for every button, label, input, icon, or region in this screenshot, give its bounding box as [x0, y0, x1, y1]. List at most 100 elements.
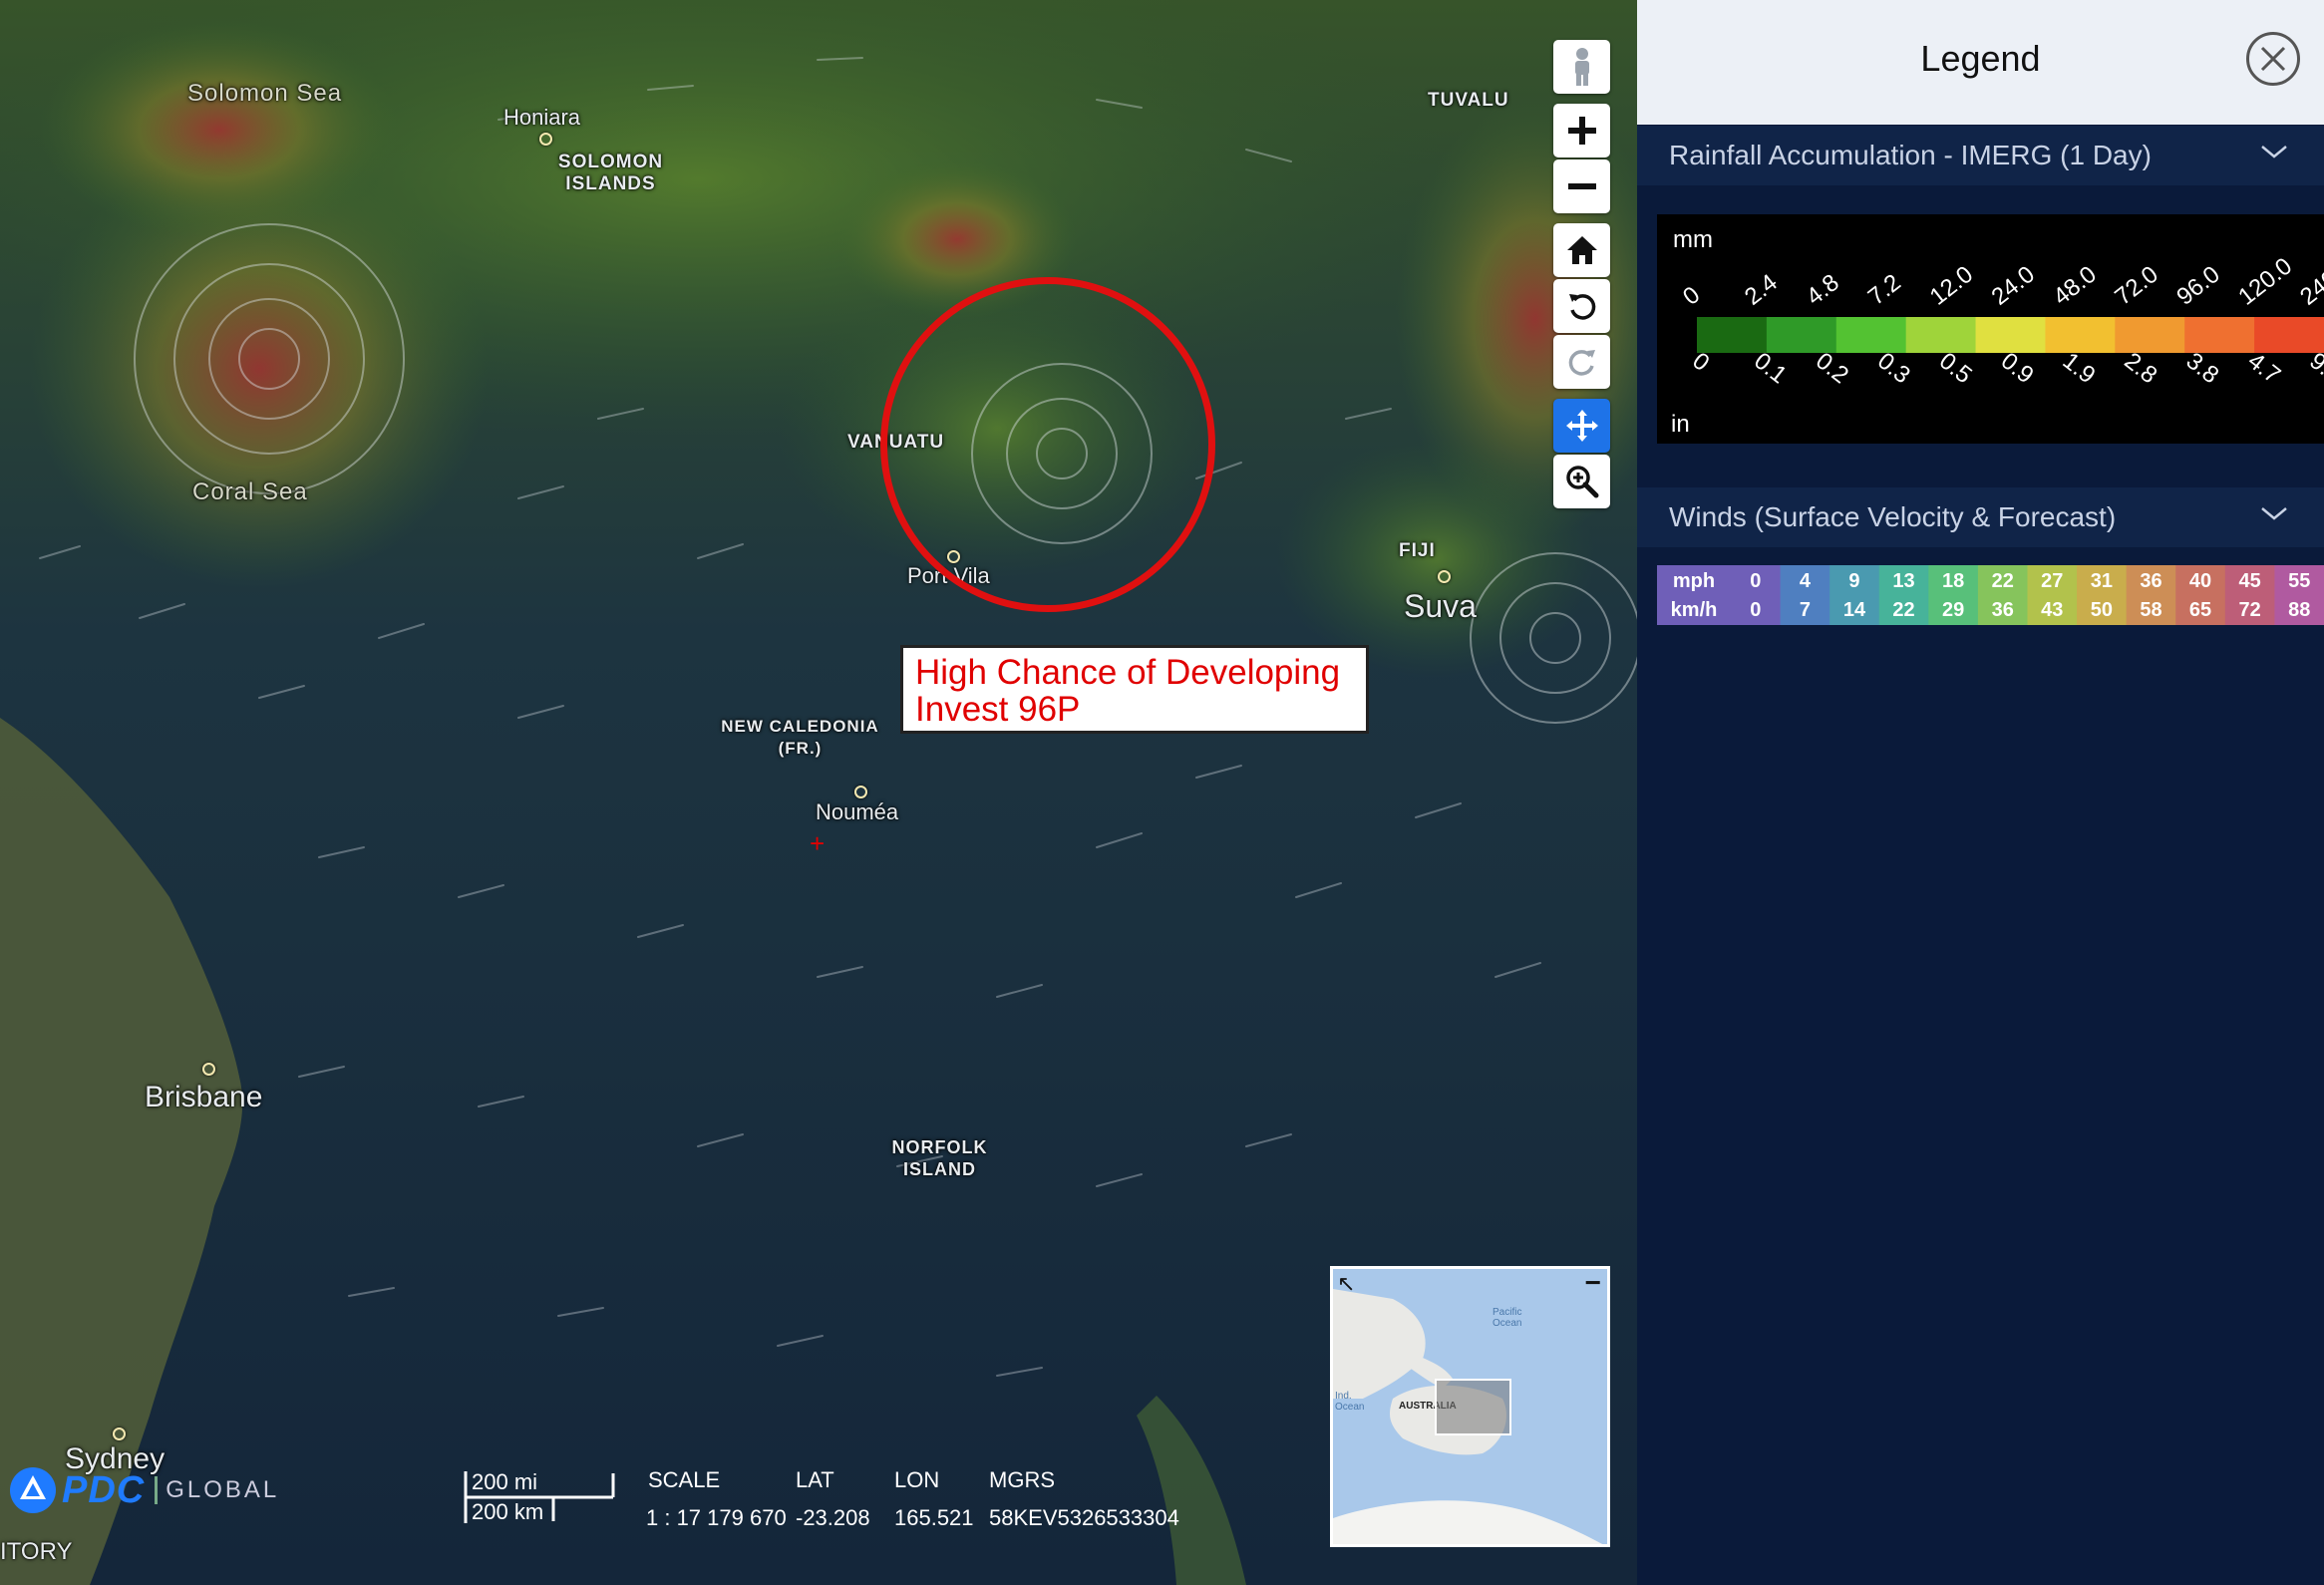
scale-value: 1 : 17 179 670 [646, 1505, 787, 1530]
zoom-in-button[interactable] [1553, 104, 1610, 158]
rainfall-color-swatch [2254, 317, 2324, 353]
rainfall-in-tick: 0.5 [1934, 347, 1977, 389]
zoom-box-button[interactable] [1553, 455, 1610, 508]
winds-mph-value: 4 [1800, 570, 1812, 592]
rainfall-in-tick: 9.4 [2304, 347, 2324, 389]
pdc-logo-text: PDC [62, 1468, 146, 1511]
winds-mph-label: mph [1673, 570, 1715, 592]
overview-map[interactable]: Pacific Ocean Ind. Ocean AUSTRALIA ↖ − [1330, 1266, 1610, 1547]
zoom-box-icon [1565, 466, 1598, 498]
close-icon [2260, 46, 2286, 72]
chevron-down-icon [2261, 146, 2287, 158]
winds-kmh-value: 43 [2041, 599, 2063, 621]
city-dot-sydney [113, 1427, 126, 1440]
rotate-left-button[interactable] [1553, 279, 1610, 333]
winds-kmh-value: 0 [1750, 599, 1761, 621]
winds-mph-value: 36 [2140, 570, 2161, 592]
rainfall-unit-in: in [1671, 411, 1690, 438]
pan-icon [1565, 410, 1598, 442]
legend-close-button[interactable] [2246, 32, 2300, 86]
lat-label: LAT [796, 1467, 834, 1492]
winds-kmh-value: 72 [2239, 599, 2261, 621]
label-coral-sea: Coral Sea [192, 478, 308, 505]
rainfall-mm-tick: 240.0 [2295, 252, 2324, 310]
winds-kmh-value: 88 [2288, 599, 2310, 621]
rotate-right-icon [1568, 350, 1595, 376]
annotation-callout: High Chance of Developing Invest 96P [900, 645, 1369, 734]
rainfall-section-title: Rainfall Accumulation - IMERG (1 Day) [1669, 140, 2152, 170]
rainfall-in-tick: 2.8 [2120, 347, 2162, 389]
rainfall-in-tick: 0.1 [1749, 347, 1792, 389]
winds-kmh-value: 58 [2140, 599, 2161, 621]
label-solomon-sea: Solomon Sea [187, 80, 343, 107]
rainfall-color-scale: mm in 0 2.4 4.8 7.2 12.0 24.0 48.0 72.0 96.0 120.… [1671, 226, 2324, 438]
overview-expand-icon[interactable]: ↖ [1337, 1273, 1355, 1295]
rainfall-mm-tick: 0 [1678, 281, 1705, 311]
home-icon [1566, 236, 1597, 264]
city-dot-honiara [539, 133, 552, 146]
lon-label: LON [894, 1467, 940, 1492]
annotation-line1: High Chance of Developing [915, 653, 1341, 692]
winds-kmh-value: 65 [2189, 599, 2211, 621]
winds-mph-value: 31 [2091, 570, 2113, 592]
highlight-circle [880, 277, 1215, 612]
legend-section-rainfall[interactable]: Rainfall Accumulation - IMERG (1 Day) [1637, 126, 2324, 185]
winds-mph-value: 22 [1992, 570, 2014, 592]
label-territory-edge: ITORY [0, 1538, 73, 1565]
pdc-triangle-icon [10, 1467, 56, 1513]
mgrs-value: 58KEV5326533304 [989, 1505, 1179, 1530]
legend-title: Legend [1920, 38, 2041, 79]
zoom-out-icon [1567, 183, 1596, 189]
label-suva: Suva [1404, 588, 1477, 624]
label-new-caledonia: NEW CALEDONIA (FR.) [721, 717, 879, 758]
scale-bar-km: 200 km [472, 1499, 544, 1524]
winds-mph-value: 0 [1750, 570, 1761, 592]
rainfall-legend: mm in 0 2.4 4.8 7.2 12.0 24.0 48.0 72.0 96.0 120.… [1657, 214, 2324, 444]
overview-extent-box[interactable] [1435, 1379, 1511, 1435]
legend-section-winds[interactable]: Winds (Surface Velocity & Forecast) [1637, 487, 2324, 547]
rainfall-mm-tick: 24.0 [1987, 261, 2040, 311]
rainfall-color-swatch [1975, 317, 2047, 353]
scale-bar: 200 mi 200 km [462, 1469, 616, 1525]
home-button[interactable] [1553, 223, 1610, 277]
overview-collapse-icon[interactable]: − [1585, 1269, 1601, 1297]
street-view-button[interactable] [1553, 40, 1610, 94]
legend-header: Legend [1637, 0, 2324, 125]
map-view[interactable]: Solomon Sea Honiara SOLOMON ISLANDS TUVA… [0, 0, 1637, 1585]
winds-color-scale: mph km/h 0 0 4 7 9 14 13 22 18 29 22 36 27 43 31 50 36 58 40… [1657, 565, 2324, 625]
rainfall-color-swatch [2184, 317, 2256, 353]
winds-mph-value: 18 [1942, 570, 1964, 592]
winds-mph-value: 55 [2288, 570, 2310, 592]
label-fiji: FIJI [1399, 540, 1436, 561]
city-dot-brisbane [202, 1063, 215, 1076]
rainfall-color-swatch [2045, 317, 2117, 353]
label-tuvalu: TUVALU [1428, 90, 1509, 111]
pan-button[interactable] [1553, 399, 1610, 453]
lat-value: -23.208 [796, 1505, 870, 1530]
rainfall-in-tick: 0.9 [1996, 347, 2039, 389]
winds-section-title: Winds (Surface Velocity & Forecast) [1669, 501, 2117, 532]
winds-legend: mph km/h 0 0 4 7 9 14 13 22 18 29 22 36 27 43 31 50 36 58 40… [1657, 565, 2324, 625]
label-solomon-islands: SOLOMON ISLANDS [557, 152, 664, 194]
chevron-down-icon [2261, 507, 2287, 520]
scale-label: SCALE [648, 1467, 721, 1492]
winds-mph-value: 45 [2239, 570, 2261, 592]
zoom-out-button[interactable] [1553, 159, 1610, 213]
rotate-right-button[interactable] [1553, 335, 1610, 389]
scale-bar-miles: 200 mi [472, 1469, 538, 1494]
rainfall-mm-tick: 4.8 [1802, 269, 1844, 311]
rainfall-color-swatch [2115, 317, 2186, 353]
rainfall-mm-tick: 2.4 [1740, 269, 1783, 311]
winds-kmh-value: 29 [1942, 599, 1964, 621]
rainfall-mm-tick: 120.0 [2233, 252, 2297, 310]
overview-label-indian: Ind. Ocean [1335, 1391, 1365, 1413]
mgrs-label: MGRS [989, 1467, 1055, 1492]
rainfall-in-tick: 0.2 [1811, 347, 1853, 389]
person-icon [1574, 48, 1589, 86]
pdc-logo-global: GLOBAL [155, 1476, 279, 1504]
lon-value: 165.521 [894, 1505, 974, 1530]
rainfall-mm-tick: 12.0 [1925, 261, 1978, 311]
rainfall-color-swatch [1905, 317, 1977, 353]
winds-kmh-value: 36 [1992, 599, 2014, 621]
rainfall-in-tick: 4.7 [2242, 347, 2285, 389]
